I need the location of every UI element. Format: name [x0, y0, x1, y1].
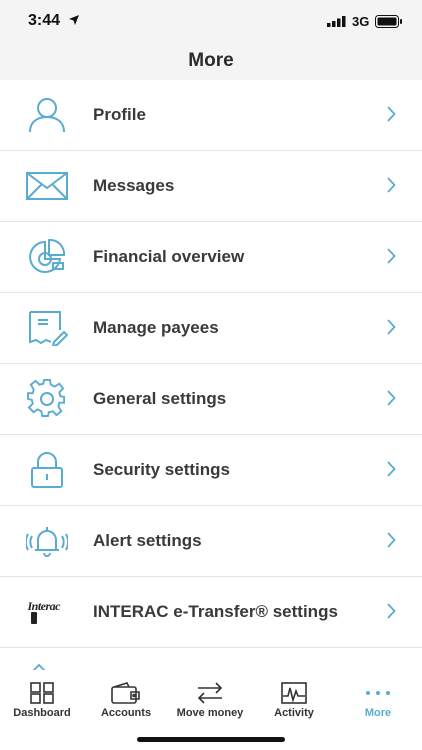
chevron-right-icon [387, 390, 396, 406]
tab-label: Activity [274, 707, 314, 719]
menu-item-label: Financial overview [93, 247, 245, 266]
menu-item-manage-payees[interactable]: Manage payees [0, 293, 422, 364]
page-header: More [0, 42, 422, 80]
payee-document-icon [28, 311, 68, 346]
lock-icon [30, 452, 63, 488]
chevron-right-icon [387, 461, 396, 477]
menu-item-label: INTERAC e-Transfer® settings [93, 602, 338, 621]
envelope-icon [25, 172, 68, 200]
chevron-right-icon [387, 532, 396, 548]
tab-move-money[interactable]: Move money [168, 670, 252, 728]
menu-item-label: General settings [93, 389, 227, 408]
tab-label: More [364, 707, 392, 719]
tab-more[interactable]: More [336, 670, 420, 728]
tab-dashboard[interactable]: Dashboard [0, 670, 84, 728]
menu-item-general-settings[interactable]: General settings [0, 364, 422, 435]
tab-label: Accounts [100, 707, 152, 719]
menu-item-label: Security settings [93, 460, 230, 479]
interac-logo: Interac [26, 597, 68, 627]
page-title: More [188, 50, 234, 71]
pie-chart-icon [28, 239, 65, 273]
activity-chart-icon [281, 682, 307, 704]
menu-item-security-settings[interactable]: Security settings [0, 435, 422, 506]
menu-item-interac-settings[interactable]: Interac INTERAC e-Transfer® settings [0, 577, 422, 648]
status-time: 3:44 [28, 12, 61, 29]
tab-activity[interactable]: Activity [252, 670, 336, 728]
battery-icon [375, 15, 402, 28]
menu-item-label: Messages [93, 176, 175, 195]
menu-item-messages[interactable]: Messages [0, 151, 422, 222]
chevron-right-icon [387, 106, 396, 122]
more-menu-list: Profile Messages Financial overview Mana… [0, 80, 422, 648]
profile-icon [28, 98, 65, 133]
bell-icon [25, 527, 68, 557]
network-type: 3G [352, 14, 370, 29]
status-bar: 3:44 3G [0, 0, 422, 42]
menu-item-financial-overview[interactable]: Financial overview [0, 222, 422, 293]
signal-icon [327, 16, 346, 27]
more-dots-icon [366, 691, 390, 695]
menu-item-label: Manage payees [93, 318, 219, 337]
chevron-right-icon [387, 603, 396, 619]
transfer-arrows-icon [197, 682, 223, 704]
home-indicator[interactable] [137, 737, 285, 742]
gear-icon [26, 379, 65, 417]
tab-label: Dashboard [13, 707, 71, 719]
menu-item-label: Alert settings [93, 531, 202, 550]
menu-item-label: Profile [93, 105, 146, 124]
tab-accounts[interactable]: Accounts [84, 670, 168, 728]
chevron-right-icon [387, 319, 396, 335]
menu-item-alert-settings[interactable]: Alert settings [0, 506, 422, 577]
bottom-tab-bar: Dashboard Accounts Move money Activity M… [0, 670, 422, 728]
tab-label: Move money [176, 707, 244, 719]
chevron-right-icon [387, 177, 396, 193]
location-arrow-icon [69, 15, 79, 25]
wallet-icon [111, 682, 140, 704]
menu-item-profile[interactable]: Profile [0, 80, 422, 151]
dashboard-icon [30, 682, 54, 704]
chevron-right-icon [387, 248, 396, 264]
